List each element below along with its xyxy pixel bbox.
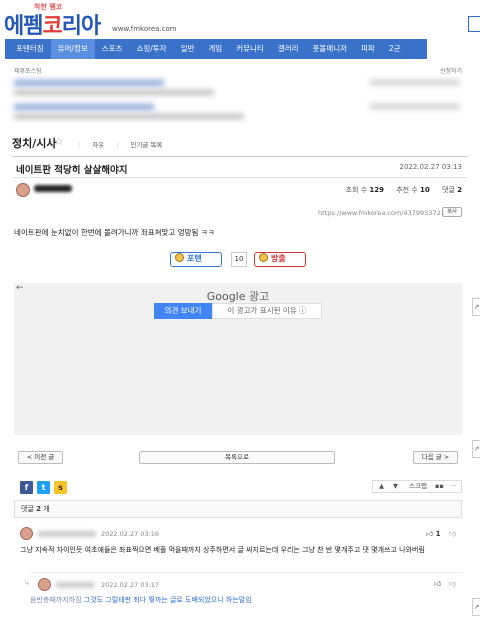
post-tools: ▲ ▼ 스크랩 ▪▪ ··· [372,480,462,493]
stats-icon[interactable]: ▪▪ [435,481,444,492]
sad-face-icon [259,253,268,262]
recommend-label: 추천 수 [396,186,418,194]
thumbs-down-icon[interactable]: 👎︎ [449,529,456,538]
nav-item-general[interactable]: 일반 [174,39,202,59]
reply-author[interactable] [56,582,94,588]
scrap-button[interactable]: 스크랩 [409,481,427,492]
post-body: 네이트판에 눈치없이 한번에 몰려가니까 좌표쳐맞고 엉망됨 ㅋㅋ [14,228,215,237]
nav-item-game[interactable]: 게임 [201,39,229,59]
prev-post-button[interactable]: < 이전 글 [18,451,63,464]
sponsored-url-1 [370,80,460,85]
side-scroll-arrow-3[interactable]: ↗ [472,598,480,616]
sponsored-url-2 [370,104,460,109]
author-row: 조회 수 129 추천 수 10 댓글 2 [12,180,468,200]
logo-part-2: 코 [42,14,62,39]
nav-item-humor[interactable]: 유머/정보 [50,39,95,59]
logo-part-1: 에펨 [4,14,43,39]
main-nav: 포텐터짐 유머/정보 스포츠 쇼핑/투자 일반 게임 커뮤니티 갤러리 풋볼매니… [5,39,427,59]
comment-text: 그냥 지속적 차이인듯 여초애들은 좌표찍으면 베플 먹을때까지 상주하면서 글… [20,546,425,554]
tab-popular[interactable]: 인기글 목록 [130,141,162,149]
comment-header-prefix: 댓글 [21,505,34,513]
copy-url-button[interactable]: 복사 [442,207,462,217]
comment-like-count[interactable]: 👍︎ 1 [426,529,440,538]
views-label: 조회 수 [345,186,368,194]
kakaostory-share-icon[interactable]: s [54,481,67,494]
comments-count: 2 [457,186,462,194]
smile-face-icon [175,253,184,262]
post-stats: 조회 수 129 추천 수 10 댓글 2 [336,185,462,195]
site-header: 착한 펨코 에펨코리아 www.fmkorea.com [0,0,480,40]
reply-text: 음반충때까지하짐 그것도 그럴테판 죄다 찢까는 글로 도배되었으니 하는말임 [30,595,252,606]
ad-area: ← Google 광고 의견 보내기 이 광고가 표시된 이유 ⓘ [14,283,462,435]
recommend-count: 10 [420,186,430,194]
comment-header-suffix: 개 [43,505,50,513]
comment-header-count: 2 [36,505,41,513]
comments-label: 댓글 [442,186,455,194]
nav-item-sports[interactable]: 스포츠 [95,39,130,59]
nav-item-poten[interactable]: 포텐터짐 [9,39,51,59]
more-icon[interactable]: ··· [450,481,456,492]
star-icon[interactable]: ☆ [54,135,64,148]
comment-header: 댓글 2 개 [14,500,462,518]
nav-item-2nd[interactable]: 2군 [382,39,408,59]
sponsored-link-1[interactable] [14,80,164,86]
nav-item-community[interactable]: 커뮤니티 [229,39,271,59]
side-scroll-arrow-2[interactable]: ↗ [472,440,480,458]
site-logo[interactable]: 에펨코리아 [4,8,101,40]
comment-date: 2022.02.27 03:16 [101,530,160,538]
scroll-up-icon[interactable]: ▲ [379,481,384,492]
scroll-down-icon[interactable]: ▼ [393,481,398,492]
post-title: 네이트판 적당히 살살해야지 [16,165,128,176]
nav-item-football-manager[interactable]: 풋볼매니저 [306,39,355,59]
views-count: 129 [369,186,384,194]
sponsored-link-2[interactable] [14,104,154,110]
author-avatar[interactable] [16,183,30,197]
ad-feedback-button[interactable]: 의견 보내기 [154,303,212,319]
reply-body: 그것도 그럴테판 죄다 찢까는 글로 도배되었으니 하는말임 [83,596,252,604]
tab-free[interactable]: 자유 [92,141,104,149]
post-date: 2022.02.27 03:13 [399,163,462,171]
reply-thumbs-down-icon[interactable]: 👎︎ [449,579,456,588]
site-url: www.fmkorea.com [112,25,177,33]
ad-google-label: Google 광고 [14,288,462,304]
google-text: Google [206,290,246,303]
comment-author[interactable] [38,531,96,537]
twitter-share-icon[interactable]: t [37,481,50,494]
list-button[interactable]: 목록으로 [139,451,335,464]
side-scroll-arrow-1[interactable]: ↗ [472,298,480,316]
reply-mention[interactable]: 음반충때까지하짐 [30,596,82,604]
board-title[interactable]: 정치/시사 [12,135,57,151]
apply-link[interactable]: 신청하기 [440,66,462,75]
board-tabs: | 자유 | 인기글 목록 [78,141,163,149]
nav-item-gallery[interactable]: 갤러리 [271,39,306,59]
comment-reply: ↳ 2022.02.27 03:17 👍︎ 👎︎ 음반충때까지하짐 그것도 그럴… [24,572,462,620]
vote-up-label: 포텐 [187,254,202,263]
vote-count: 10 [231,252,247,267]
reply-date: 2022.02.27 03:17 [101,581,160,589]
sponsored-desc-2 [14,114,244,119]
sponsored-desc-1 [14,90,214,95]
vote-down-label: 방출 [271,254,286,263]
author-name[interactable] [34,185,72,192]
sponsored-label: 제휴포스팅 [14,68,42,75]
reply-thumbs-up-icon[interactable]: 👍︎ [434,579,441,588]
ad-why-button[interactable]: 이 광고가 표시된 이유 ⓘ [212,303,322,319]
post-header: 네이트판 적당히 살살해야지 2022.02.27 03:13 [12,156,468,178]
post-url[interactable]: https://www.fmkorea.com/4379933721 [318,209,445,217]
ad-text: 광고 [249,290,270,303]
logo-part-3: 리아 [61,14,101,39]
comment-likes: 1 [435,530,441,538]
vote-down-button[interactable]: 방출 [254,252,306,267]
reply-arrow-icon: ↳ [24,579,30,587]
next-post-button[interactable]: 다음 글 > [413,451,458,464]
nav-item-fifa[interactable]: 피파 [354,39,382,59]
comment-avatar[interactable] [20,527,33,540]
thumbs-up-icon: 👍︎ [426,530,434,538]
login-box[interactable] [468,16,480,32]
reply-avatar[interactable] [38,578,51,591]
facebook-share-icon[interactable]: f [20,481,33,494]
nav-item-shopping[interactable]: 쇼핑/투자 [129,39,173,59]
vote-up-button[interactable]: 포텐 [170,252,222,267]
